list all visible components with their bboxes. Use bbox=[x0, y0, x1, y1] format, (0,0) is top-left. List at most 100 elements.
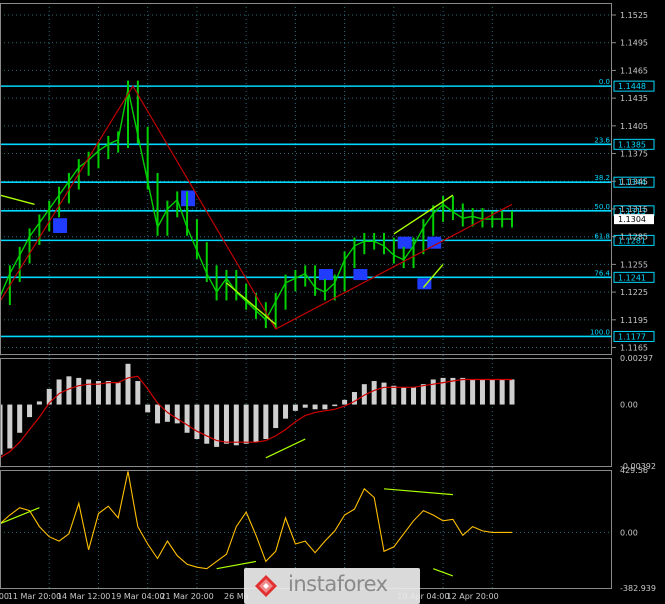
macd-histogram-bar bbox=[204, 404, 210, 444]
macd-histogram-bar bbox=[125, 363, 131, 405]
macd-histogram-bar bbox=[479, 379, 485, 405]
macd-histogram-bar bbox=[194, 404, 200, 440]
macd-histogram-bar bbox=[86, 379, 92, 405]
macd-histogram-bar bbox=[66, 376, 72, 405]
cci-panel bbox=[0, 471, 612, 577]
macd-tick-label: 0.00297 bbox=[620, 354, 653, 363]
price-chart: 0.0 1.144823.6 1.138538.2 1.134450.0 1.13136… bbox=[0, 3, 656, 601]
fib-level-label: 23.6 bbox=[594, 136, 610, 144]
price-tick-label: 1.1435 bbox=[620, 94, 648, 103]
macd-histogram-bar bbox=[302, 404, 308, 408]
trend-overlays bbox=[0, 84, 513, 330]
fib-level-label: 61.8 bbox=[594, 232, 610, 240]
macd-histogram-bar bbox=[76, 377, 82, 405]
macd-histogram-bar bbox=[263, 404, 269, 440]
trend-line bbox=[422, 263, 444, 288]
price-tick-label: 1.1345 bbox=[620, 177, 648, 186]
price-tick-label: 1.1225 bbox=[620, 288, 648, 297]
blue-box bbox=[318, 269, 333, 281]
blue-box bbox=[53, 218, 68, 233]
price-series bbox=[0, 80, 513, 329]
macd-histogram-bar bbox=[105, 381, 111, 405]
fib-level-label: 0.0 bbox=[599, 78, 610, 86]
y-tick-labels: 1.15251.14951.14651.14351.14051.13751.13… bbox=[612, 11, 656, 593]
fib-price-tag-label: 1.1448 bbox=[618, 82, 646, 91]
macd-tick-label: 0.00 bbox=[620, 401, 638, 410]
macd-histogram-bar bbox=[460, 377, 466, 405]
watermark: instaforex bbox=[244, 568, 420, 604]
macd-histogram-bar bbox=[381, 382, 387, 405]
macd-histogram-bar bbox=[342, 399, 348, 405]
macd-histogram-bar bbox=[243, 404, 249, 444]
fib-level-label: 50.0 bbox=[594, 203, 610, 211]
cci-trend-line bbox=[433, 568, 454, 577]
fib-price-tag-label: 1.1241 bbox=[618, 273, 646, 282]
panel-frame-0 bbox=[0, 3, 612, 355]
macd-histogram-bar bbox=[27, 404, 33, 418]
macd-histogram-bar bbox=[135, 381, 141, 405]
macd-histogram-bar bbox=[450, 377, 456, 405]
macd-histogram-bar bbox=[7, 404, 13, 449]
macd-histogram-bar bbox=[56, 379, 62, 405]
macd-histogram-bar bbox=[36, 401, 42, 405]
price-tick-label: 1.1405 bbox=[620, 122, 648, 131]
price-tick-label: 1.1465 bbox=[620, 66, 648, 75]
price-tick-label: 1.1375 bbox=[620, 150, 648, 159]
fib-level-label: 76.4 bbox=[594, 269, 610, 277]
macd-histogram-bar bbox=[420, 384, 426, 405]
macd-histogram-bar bbox=[312, 404, 318, 410]
price-tick-label: 1.1195 bbox=[620, 316, 648, 325]
price-line bbox=[0, 88, 512, 321]
macd-histogram-bar bbox=[322, 404, 328, 410]
macd-panel bbox=[0, 363, 515, 459]
x-tick-label: 12 Apr 20:00 bbox=[447, 592, 499, 601]
macd-histogram-bar bbox=[499, 379, 505, 405]
cci-trend-line bbox=[0, 507, 40, 525]
macd-histogram-bar bbox=[273, 404, 279, 429]
axes bbox=[0, 3, 612, 589]
x-tick-label: 14 Mar 12:00 bbox=[57, 592, 110, 601]
macd-histogram-bar bbox=[332, 404, 338, 407]
current-price-label: 1.1304 bbox=[618, 215, 646, 224]
trend-line bbox=[226, 282, 277, 325]
macd-histogram-bar bbox=[283, 404, 289, 419]
macd-histogram-bar bbox=[17, 404, 23, 433]
grid-lines bbox=[0, 3, 612, 588]
panel-frame-1 bbox=[0, 358, 612, 467]
x-tick-label: 21 Mar 20:00 bbox=[160, 592, 213, 601]
macd-histogram-bar bbox=[155, 404, 161, 424]
price-tick-label: 1.1495 bbox=[620, 39, 648, 48]
fib-level-label: 100.0 bbox=[590, 328, 610, 336]
macd-histogram-bar bbox=[292, 404, 298, 411]
macd-histogram-bar bbox=[430, 379, 436, 405]
price-tick-label: 1.1315 bbox=[620, 205, 648, 214]
cci-tick-label: 429.56 bbox=[620, 466, 648, 475]
macd-histogram-bar bbox=[174, 404, 180, 424]
macd-histogram-bar bbox=[470, 379, 476, 405]
macd-trend-line bbox=[265, 438, 306, 459]
macd-histogram-bar bbox=[145, 404, 151, 413]
price-tick-label: 1.1285 bbox=[620, 233, 648, 242]
macd-histogram-bar bbox=[253, 404, 259, 443]
macd-histogram-bar bbox=[411, 387, 417, 405]
macd-histogram-bar bbox=[509, 379, 515, 405]
macd-histogram-bar bbox=[115, 382, 121, 405]
instaforex-logo-icon bbox=[255, 575, 277, 597]
macd-histogram-bar bbox=[184, 404, 190, 433]
watermark-text: instaforex bbox=[288, 572, 388, 596]
price-tick-label: 1.1525 bbox=[620, 11, 648, 20]
cci-tick-label: -382.939 bbox=[620, 584, 656, 593]
macd-histogram-bar bbox=[391, 385, 397, 405]
fib-price-tag-label: 1.1385 bbox=[618, 140, 646, 149]
macd-histogram-bar bbox=[401, 387, 407, 405]
x-tick-label: 11 Mar 20:00 bbox=[8, 592, 61, 601]
fib-level-label: 38.2 bbox=[594, 174, 610, 182]
price-tick-label: 1.1165 bbox=[620, 344, 648, 353]
macd-histogram-bar bbox=[223, 404, 229, 444]
cci-line bbox=[0, 471, 512, 570]
blue-box bbox=[353, 269, 368, 281]
cci-tick-label: 0.00 bbox=[620, 528, 638, 537]
macd-histogram-bar bbox=[371, 381, 377, 405]
fib-price-tag-label: 1.1177 bbox=[618, 332, 646, 341]
macd-histogram-bar bbox=[233, 404, 239, 446]
